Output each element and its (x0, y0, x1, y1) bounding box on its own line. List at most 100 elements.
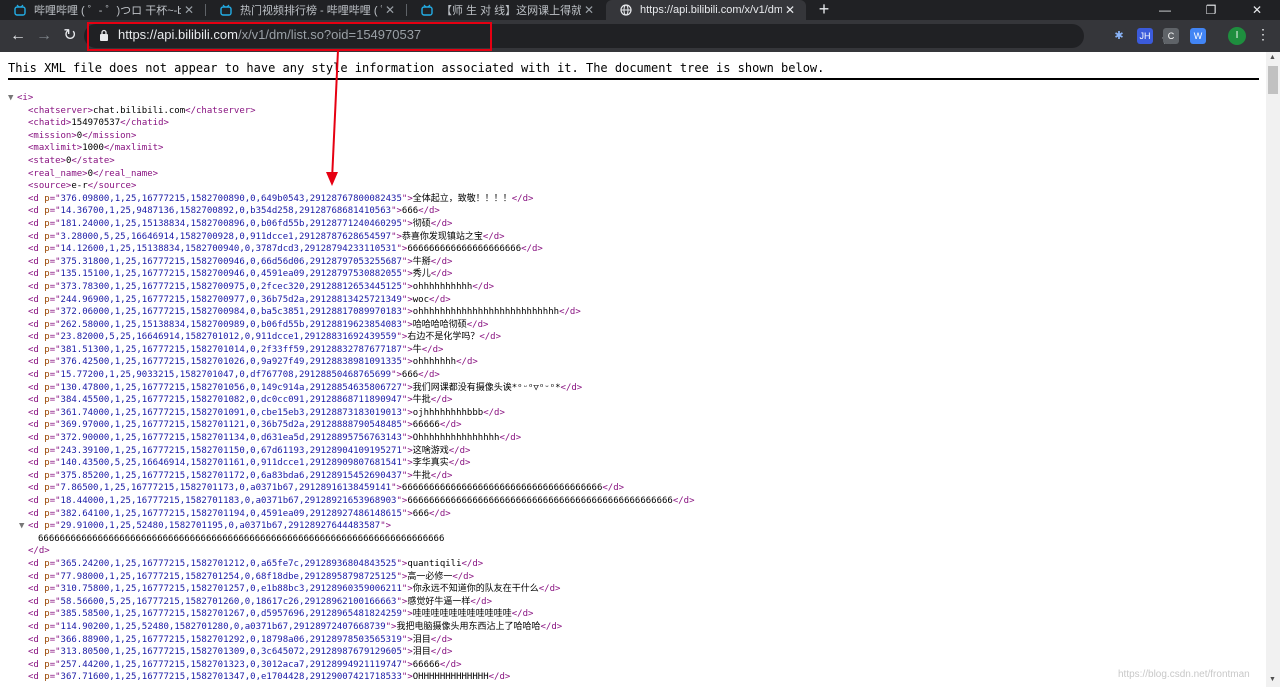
xml-text: 66666 (412, 659, 440, 670)
extension-w-icon[interactable]: W (1190, 28, 1206, 44)
xml-text: ohhhhhhhhhh (412, 281, 473, 292)
tab-video[interactable]: 【师 生 对 线】这网课上得就尼玛 ✕ (407, 0, 605, 20)
scrollbar-thumb[interactable] (1268, 66, 1278, 94)
extension-icon[interactable]: ✱ (1111, 28, 1127, 44)
xml-attr-value: 375.85200,1,25,16777215,1582701172,0,6a8… (60, 470, 402, 481)
xml-tag: </source> (87, 181, 137, 192)
menu-kebab-icon[interactable]: ⋮ (1256, 26, 1270, 43)
xml-text: 6666666666666666666666666666666666666666… (407, 496, 673, 506)
xml-notice: This XML file does not appear to have an… (8, 61, 825, 75)
xml-tag: <d (28, 332, 45, 343)
xml-tag: <maxlimit> (28, 143, 83, 154)
xml-punct: "> (401, 256, 413, 267)
profile-avatar[interactable]: I (1228, 27, 1246, 45)
minimize-button[interactable]: — (1142, 0, 1188, 20)
close-icon[interactable]: ✕ (581, 3, 597, 17)
xml-punct: =" (49, 445, 61, 456)
xml-meta-line: <chatserver>chat.bilibili.com</chatserve… (0, 105, 695, 118)
xml-punct: =" (49, 584, 61, 595)
xml-root-open[interactable]: ▼ <i> (0, 92, 695, 105)
xml-punct: "> (401, 584, 413, 595)
xml-attr-value: 244.96900,1,25,16777215,1582700977,0,36b… (60, 294, 402, 305)
xml-attr-value: 365.24200,1,25,16777215,1582701212,0,a65… (60, 558, 397, 569)
xml-punct: "> (396, 244, 408, 255)
xml-tag: <d (28, 357, 45, 368)
xml-tag: <d (28, 621, 45, 632)
xml-tag: </mission> (82, 130, 137, 141)
xml-tag: <d (28, 244, 45, 255)
danmaku-line-expanded[interactable]: ▼ <d p="29.91000,1,25,52480,1582701195,0,… (0, 520, 695, 533)
close-icon[interactable]: ✕ (181, 3, 197, 17)
tab-api-active[interactable]: https://api.bilibili.com/x/v1/dm ✕ (606, 0, 806, 20)
xml-punct: "> (401, 344, 413, 355)
xml-attr-value: 181.24000,1,25,15138834,1582700896,0,b06… (60, 218, 402, 229)
scroll-up-arrow-icon[interactable]: ▲ (1269, 54, 1276, 61)
reload-button[interactable]: ↻ (60, 26, 80, 46)
xml-tag: </d> (429, 508, 451, 519)
forward-button[interactable]: → (34, 26, 54, 46)
danmaku-line: <d p="310.75800,1,25,16777215,1582701257… (0, 583, 695, 596)
xml-tag: <d (28, 483, 45, 494)
xml-tag: <d (28, 596, 45, 607)
close-icon[interactable]: ✕ (382, 3, 398, 17)
xml-punct: "> (401, 433, 413, 444)
restore-button[interactable]: ❐ (1188, 0, 1234, 20)
danmaku-line: <d p="135.15100,1,25,16777215,1582700946… (0, 268, 695, 281)
xml-tag: <d (28, 395, 45, 406)
xml-punct: =" (49, 609, 61, 620)
tab-strip: 哔哩哔哩 ( ゜- ゜)つロ 干杯~-bili ✕ 热门视频排行榜 - 哔哩哔哩… (0, 0, 1280, 20)
xml-tag: <d (28, 458, 45, 469)
new-tab-button[interactable]: + (814, 0, 834, 20)
danmaku-line: <d p="14.36700,1,25,9487136,1582700892,0… (0, 205, 695, 218)
xml-punct: "> (396, 596, 408, 607)
xml-text: 这啥游戏 (412, 445, 449, 456)
close-window-button[interactable]: ✕ (1234, 0, 1280, 20)
scroll-down-arrow-icon[interactable]: ▼ (1269, 676, 1276, 683)
xml-text: 6666666666666666666666666666666666666 (401, 483, 603, 494)
xml-punct: "> (396, 571, 408, 582)
xml-text: OHHHHHHHHHHHHH (412, 672, 489, 683)
xml-text: 666666666666666666666 (407, 244, 522, 255)
xml-punct: =" (49, 256, 61, 267)
xml-punct: "> (396, 496, 408, 506)
danmaku-line: <d p="114.90200,1,25,52480,1582701280,0,… (0, 621, 695, 634)
xml-punct: "> (401, 269, 413, 280)
tab-ranking[interactable]: 热门视频排行榜 - 哔哩哔哩 ( ゜- ゜ ✕ (206, 0, 406, 20)
xml-attr-value: 135.15100,1,25,16777215,1582700946,0,459… (60, 269, 402, 280)
xml-attr-value: 361.74000,1,25,16777215,1582701091,0,cbe… (60, 407, 402, 418)
xml-text: 我把电脑摄像头用东西沾上了哈哈哈 (396, 621, 541, 632)
xml-meta-line: <chatid>154970537</chatid> (0, 117, 695, 130)
danmaku-line: <d p="58.56600,5,25,16777215,1582701260,… (0, 596, 695, 609)
xml-attr-value: 114.90200,1,25,52480,1582701280,0,a0371b… (60, 621, 386, 632)
xml-tag: </d> (472, 281, 495, 292)
xml-attr-value: 262.58000,1,25,15138834,1582700989,0,b06… (60, 319, 402, 330)
tab-bilibili-home[interactable]: 哔哩哔哩 ( ゜- ゜)つロ 干杯~-bili ✕ (0, 0, 205, 20)
xml-punct: =" (49, 218, 61, 229)
extension-c-icon[interactable]: C (1163, 28, 1179, 44)
xml-attr-value: 310.75800,1,25,16777215,1582701257,0,e1b… (60, 584, 402, 595)
xml-punct: "> (391, 370, 402, 381)
danmaku-line: <d p="361.74000,1,25,16777215,1582701091… (0, 407, 695, 420)
tab-title: 热门视频排行榜 - 哔哩哔哩 ( ゜- ゜ (240, 5, 382, 17)
xml-attr-value: 382.64100,1,25,16777215,1582701194,0,459… (60, 508, 402, 519)
watermark-text: https://blog.csdn.net/frontman (1118, 669, 1250, 680)
xml-text: Ohhhhhhhhhhhhhhh (412, 433, 500, 444)
vertical-scrollbar[interactable]: ▲ ▼ (1266, 52, 1280, 687)
xml-tag: </d> (418, 370, 440, 381)
danmaku-line: <d p="3.28000,5,25,16646914,1582700928,0… (0, 231, 695, 244)
danmaku-line: <d p="7.86500,1,25,16777215,1582701173,0… (0, 482, 695, 495)
xml-attr-value: 14.12600,1,25,15138834,1582700940,0,3787… (60, 244, 397, 255)
xml-tag: <state> (28, 155, 66, 166)
xml-punct: "> (401, 420, 413, 431)
xml-tag: <d (28, 647, 45, 658)
xml-attr-value: 372.90000,1,25,16777215,1582701134,0,d63… (60, 433, 402, 444)
danmaku-line: <d p="385.58500,1,25,16777215,1582701267… (0, 608, 695, 621)
xml-punct: =" (49, 231, 61, 242)
back-button[interactable]: ← (8, 26, 28, 46)
xml-punct: =" (49, 357, 61, 368)
xml-attr-value: 18.44000,1,25,16777215,1582701183,0,a037… (60, 496, 397, 506)
xml-tag: </d> (456, 357, 478, 368)
close-icon[interactable]: ✕ (782, 3, 798, 17)
extension-jh-icon[interactable]: JH (1137, 28, 1153, 44)
xml-tag: </d> (540, 621, 563, 632)
